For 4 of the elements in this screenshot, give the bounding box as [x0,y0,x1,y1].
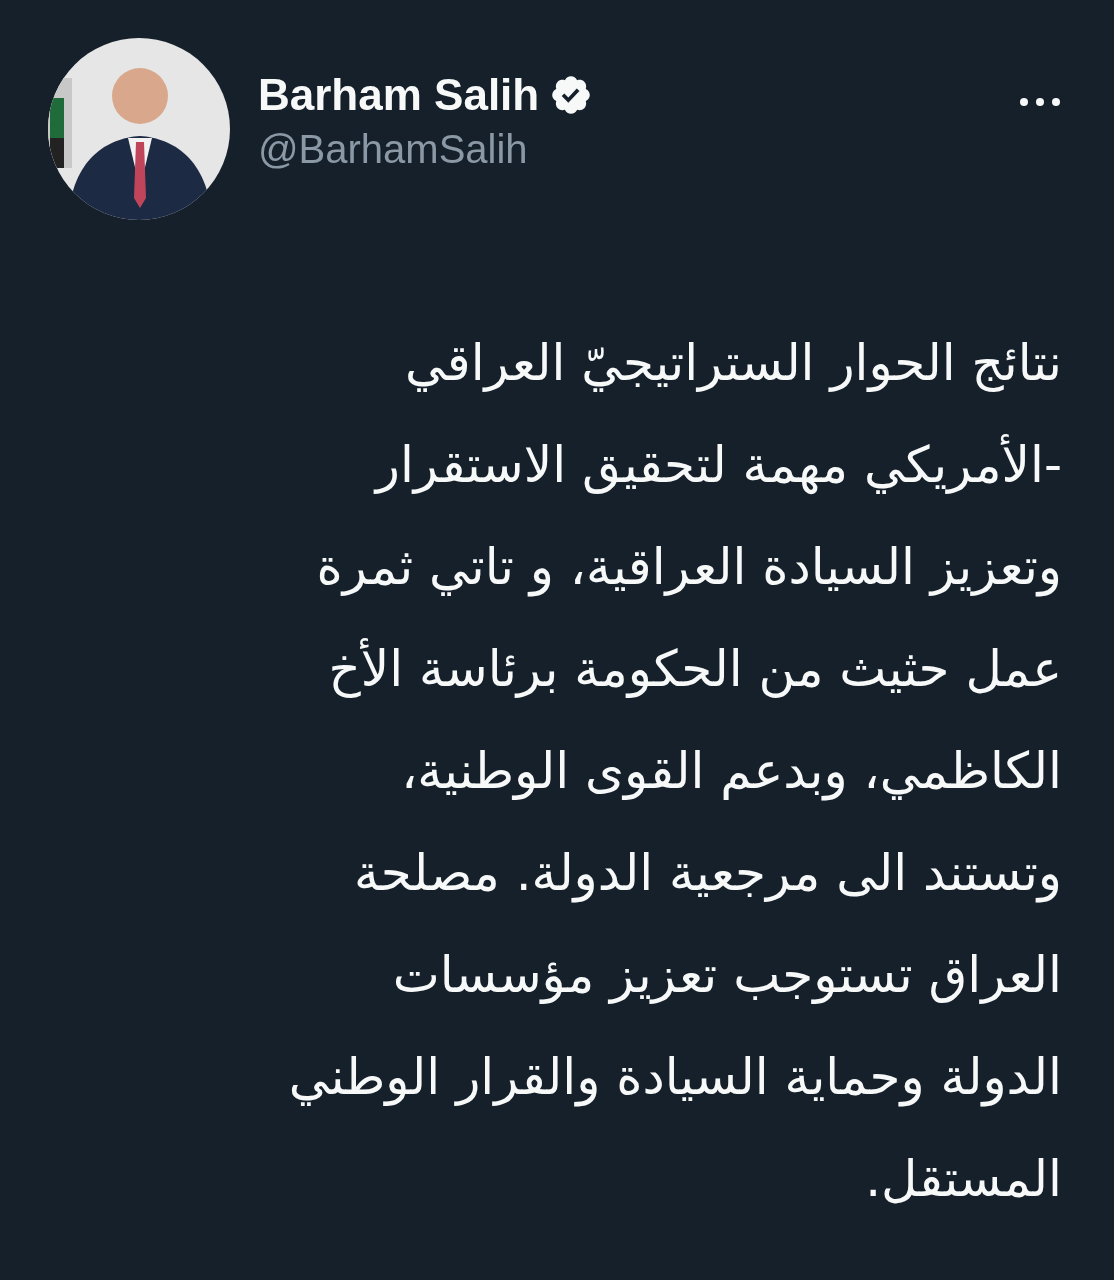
author-handle[interactable]: @BarhamSalih [258,122,1018,176]
tweet-text: نتائج الحوار الستراتيجيّ العراقي -الأمريكي مهمة لتحقيق الاستقرار وتعزيز السيادة العراقية، و تاتي ثمرة عمل حثيث من الحكومة برئاسة الأخ الكاظمي، وبدعم القوى الوطنية، وتستند الى مرجعية الدولة. مصلحة العراق تستوجب تعزيز مؤسسات الدولة وحماية السيادة والقرار الوطني المستقل. [288,333,1062,1210]
author-name[interactable]: Barham Salih [258,68,540,122]
more-options-icon[interactable] [1018,96,1062,108]
